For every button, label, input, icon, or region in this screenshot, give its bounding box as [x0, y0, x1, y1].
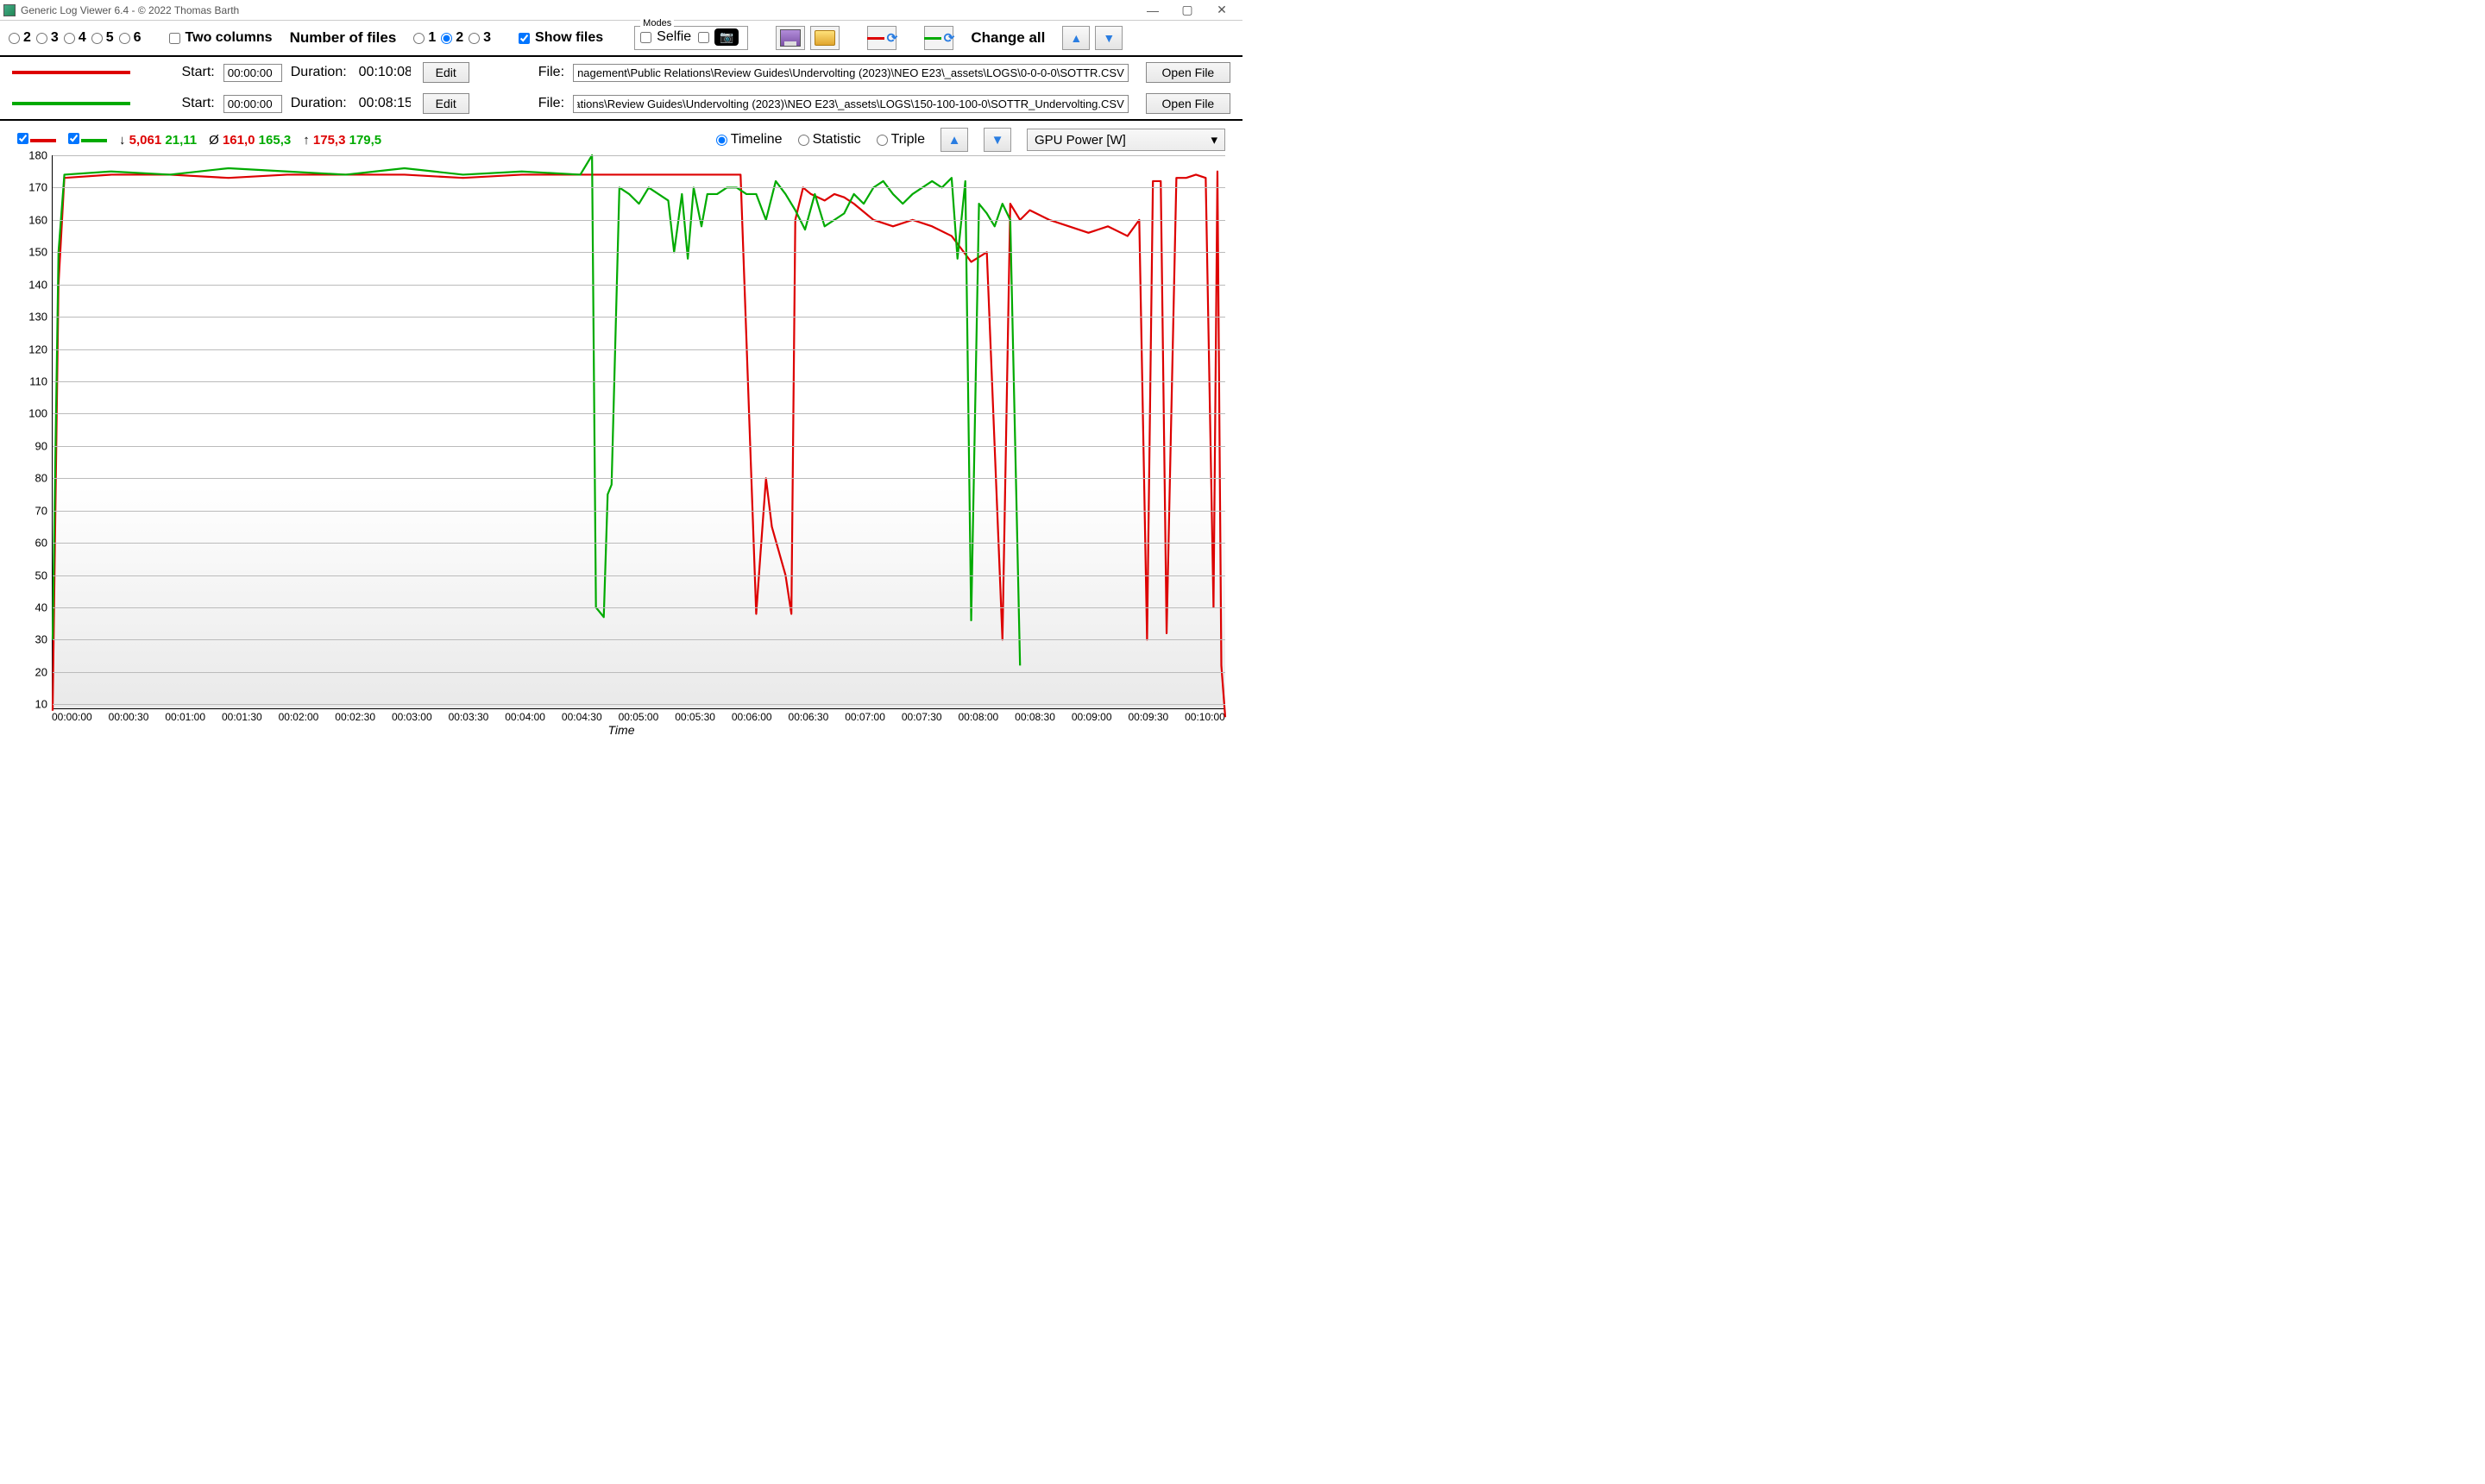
view-statistic[interactable]: Statistic: [798, 132, 861, 148]
move-down-button[interactable]: ▼: [1095, 26, 1123, 50]
file-label: File:: [538, 96, 564, 111]
x-tick-label: 00:06:30: [789, 711, 829, 723]
metric-up-button[interactable]: ▲: [941, 128, 968, 152]
numfiles-2[interactable]: 2: [441, 30, 463, 46]
series-toggle-1[interactable]: [17, 133, 56, 148]
x-tick-label: 00:02:00: [279, 711, 319, 723]
start-label: Start:: [182, 96, 215, 111]
modes-group: Modes Selfie 📷: [634, 26, 748, 50]
stat-min: ↓ 5,061 21,11: [119, 133, 197, 148]
modes-legend: Modes: [640, 18, 674, 28]
duration-label: Duration:: [291, 96, 347, 111]
x-tick-label: 00:05:00: [619, 711, 659, 723]
x-axis-title: Time: [17, 723, 1225, 737]
open-file-button-1[interactable]: Open File: [1146, 62, 1230, 83]
refresh-green-button[interactable]: ⟳: [924, 26, 953, 50]
metric-dropdown[interactable]: GPU Power [W] ▾: [1027, 129, 1225, 151]
x-tick-label: 00:04:00: [505, 711, 545, 723]
view-timeline[interactable]: Timeline: [716, 132, 783, 148]
numfiles-1[interactable]: 1: [413, 30, 436, 46]
count-3[interactable]: 3: [36, 30, 59, 46]
x-tick-label: 00:10:00: [1185, 711, 1225, 723]
count-4[interactable]: 4: [64, 30, 86, 46]
x-tick-label: 00:03:30: [449, 711, 489, 723]
selfie-checkbox[interactable]: Selfie: [640, 29, 691, 45]
minimize-button[interactable]: —: [1136, 3, 1170, 17]
duration-value-1: [355, 63, 414, 82]
chart-controls: ↓ 5,061 21,11 Ø 161,0 165,3 ↑ 175,3 179,…: [0, 121, 1242, 152]
refresh-icon: ⟳: [887, 30, 898, 46]
move-up-button[interactable]: ▲: [1062, 26, 1090, 50]
file-row-1: Start: Duration: Edit File: Open File: [0, 57, 1242, 88]
folder-icon: [815, 30, 835, 46]
duration-value-2: [355, 94, 414, 113]
chevron-down-icon: ▾: [1211, 132, 1217, 148]
metric-value: GPU Power [W]: [1035, 133, 1126, 148]
chart-area: 1020304050607080901001101201301401501601…: [0, 152, 1242, 742]
window-title: Generic Log Viewer 6.4 - © 2022 Thomas B…: [21, 4, 239, 16]
edit-button-2[interactable]: Edit: [423, 93, 469, 114]
maximize-button[interactable]: ▢: [1170, 3, 1205, 17]
stat-max: ↑ 175,3 179,5: [303, 133, 381, 148]
refresh-red-button[interactable]: ⟳: [867, 26, 896, 50]
file-rows: Start: Duration: Edit File: Open File St…: [0, 57, 1242, 121]
x-tick-label: 00:00:00: [52, 711, 92, 723]
show-files-checkbox[interactable]: Show files: [519, 30, 603, 46]
count-6[interactable]: 6: [119, 30, 142, 46]
count-2[interactable]: 2: [9, 30, 31, 46]
x-tick-label: 00:06:00: [732, 711, 772, 723]
x-tick-label: 00:09:30: [1128, 711, 1168, 723]
x-tick-label: 00:01:00: [165, 711, 205, 723]
x-axis-labels: 00:00:00 00:00:30 00:01:00 00:01:30 00:02:00…: [52, 709, 1225, 723]
x-tick-label: 00:05:30: [675, 711, 715, 723]
titlebar: Generic Log Viewer 6.4 - © 2022 Thomas B…: [0, 0, 1242, 21]
count-5[interactable]: 5: [91, 30, 114, 46]
close-button[interactable]: ✕: [1205, 3, 1239, 17]
change-all-label: Change all: [971, 29, 1045, 47]
series-color-1: [12, 71, 130, 74]
x-tick-label: 00:09:00: [1072, 711, 1112, 723]
chart-svg: [53, 155, 1225, 708]
stat-avg: Ø 161,0 165,3: [209, 133, 291, 148]
x-tick-label: 00:00:30: [109, 711, 149, 723]
x-tick-label: 00:08:00: [959, 711, 999, 723]
y-axis: [17, 155, 52, 709]
edit-button-1[interactable]: Edit: [423, 62, 469, 83]
chart-plot[interactable]: 1020304050607080901001101201301401501601…: [52, 155, 1225, 709]
open-file-button-2[interactable]: Open File: [1146, 93, 1230, 114]
main-toolbar: 2 3 4 5 6 Two columns Number of files 1 …: [0, 21, 1242, 57]
start-input-2[interactable]: [223, 95, 282, 113]
red-dash-icon: [867, 37, 884, 40]
refresh-icon: ⟳: [944, 30, 955, 46]
camera-checkbox[interactable]: 📷: [698, 28, 739, 46]
save-button[interactable]: [776, 26, 805, 50]
num-files-label: Number of files: [290, 29, 397, 47]
two-columns-checkbox[interactable]: Two columns: [169, 30, 273, 46]
open-folder-button[interactable]: [810, 26, 840, 50]
file-path-2[interactable]: [573, 95, 1129, 113]
series-color-2: [12, 102, 130, 105]
file-path-1[interactable]: [573, 64, 1129, 82]
start-label: Start:: [182, 65, 215, 80]
start-input-1[interactable]: [223, 64, 282, 82]
x-tick-label: 00:01:30: [222, 711, 262, 723]
x-tick-label: 00:07:00: [845, 711, 885, 723]
metric-down-button[interactable]: ▼: [984, 128, 1011, 152]
duration-label: Duration:: [291, 65, 347, 80]
file-label: File:: [538, 65, 564, 80]
app-icon: [3, 4, 16, 16]
camera-icon: 📷: [714, 28, 739, 46]
x-tick-label: 00:07:30: [902, 711, 942, 723]
disk-icon: [780, 29, 801, 47]
x-tick-label: 00:08:30: [1015, 711, 1055, 723]
numfiles-3[interactable]: 3: [469, 30, 491, 46]
x-tick-label: 00:02:30: [335, 711, 375, 723]
x-tick-label: 00:03:00: [392, 711, 432, 723]
view-triple[interactable]: Triple: [877, 132, 925, 148]
series-toggle-2[interactable]: [68, 133, 107, 148]
file-row-2: Start: Duration: Edit File: Open File: [0, 88, 1242, 119]
x-tick-label: 00:04:30: [562, 711, 602, 723]
green-dash-icon: [924, 37, 941, 40]
